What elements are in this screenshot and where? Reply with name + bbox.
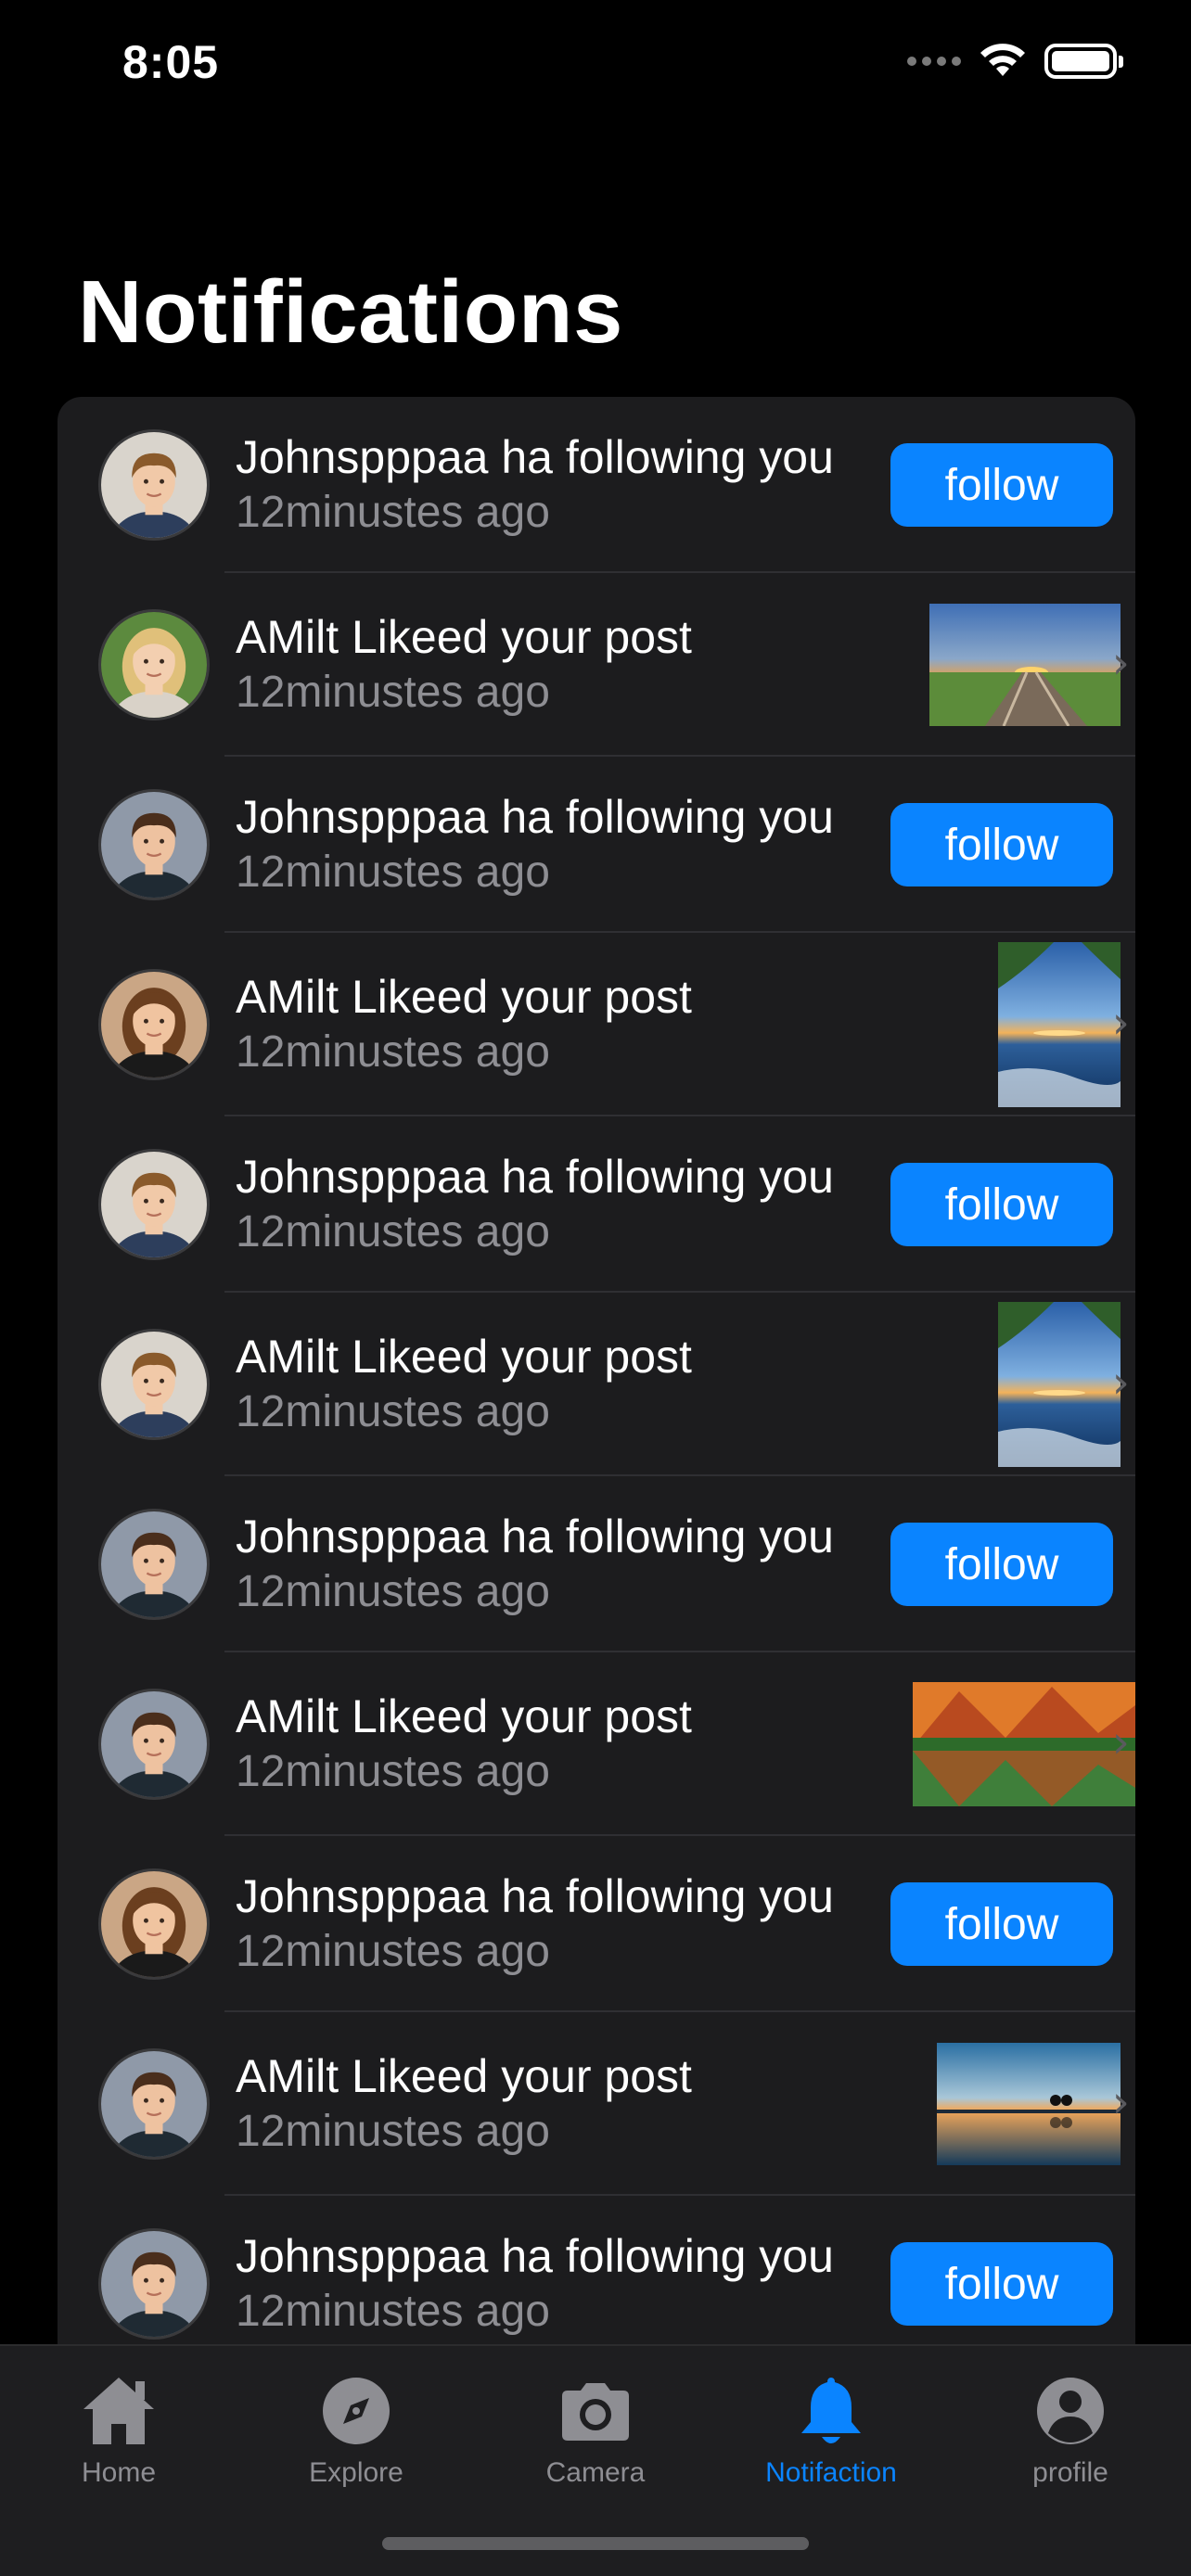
notification-message: AMilt Likeed your post <box>236 1331 692 1383</box>
notification-timestamp: 12minustes ago <box>236 1567 550 1616</box>
chevron-right-icon: › <box>1111 2076 1130 2128</box>
notification-text: Johnspppaa ha following you 12minustes ag… <box>236 429 834 541</box>
avatar[interactable] <box>98 1689 210 1800</box>
notification-text: Johnspppaa ha following you 12minustes ag… <box>236 789 834 900</box>
follow-notification-row[interactable]: Johnspppaa ha following you 12minustes ag… <box>58 757 1135 933</box>
avatar[interactable] <box>98 789 210 900</box>
notifications-list[interactable]: Johnspppaa ha following you 12minustes ag… <box>58 397 1135 2344</box>
avatar[interactable] <box>98 1509 210 1620</box>
like-notification-row[interactable]: AMilt Likeed your post 12minustes ago › <box>58 933 1135 1116</box>
avatar[interactable] <box>98 429 210 541</box>
follow-button[interactable]: follow <box>890 1163 1113 1246</box>
notification-message: AMilt Likeed your post <box>236 611 692 663</box>
notification-text: Johnspppaa ha following you 12minustes ag… <box>236 2228 834 2340</box>
tab-label: Explore <box>309 2457 403 2488</box>
follow-button[interactable]: follow <box>890 2242 1113 2326</box>
tab-notifaction[interactable]: Notifaction <box>729 2365 933 2489</box>
avatar[interactable] <box>98 2048 210 2160</box>
tab-camera[interactable]: Camera <box>493 2365 698 2489</box>
notification-timestamp: 12minustes ago <box>236 1027 550 1077</box>
notification-message: Johnspppaa ha following you <box>236 2230 834 2282</box>
notification-message: Johnspppaa ha following you <box>236 431 834 483</box>
follow-button[interactable]: follow <box>890 1523 1113 1606</box>
avatar[interactable] <box>98 969 210 1080</box>
tab-home[interactable]: Home <box>17 2365 221 2489</box>
notification-text: AMilt Likeed your post 12minustes ago <box>236 1689 692 1800</box>
notification-message: AMilt Likeed your post <box>236 971 692 1023</box>
wifi-icon <box>980 44 1025 76</box>
notification-timestamp: 12minustes ago <box>236 1927 550 1976</box>
like-notification-row[interactable]: AMilt Likeed your post 12minustes ago › <box>58 573 1135 757</box>
avatar[interactable] <box>98 1149 210 1260</box>
notification-message: Johnspppaa ha following you <box>236 1870 834 1922</box>
follow-button[interactable]: follow <box>890 803 1113 886</box>
camera-icon <box>549 2365 642 2457</box>
notification-message: Johnspppaa ha following you <box>236 1511 834 1562</box>
home-indicator[interactable] <box>382 2537 809 2550</box>
chevron-right-icon: › <box>1111 637 1130 689</box>
notification-text: AMilt Likeed your post 12minustes ago <box>236 1329 692 1440</box>
notification-timestamp: 12minustes ago <box>236 488 550 537</box>
post-thumbnail[interactable] <box>929 604 1121 726</box>
follow-notification-row[interactable]: Johnspppaa ha following you 12minustes ag… <box>58 1116 1135 1293</box>
notification-text: AMilt Likeed your post 12minustes ago <box>236 609 692 721</box>
notification-text: Johnspppaa ha following you 12minustes ag… <box>236 1509 834 1620</box>
bell-icon <box>785 2365 877 2457</box>
page-title: Notifications <box>78 262 623 362</box>
follow-button[interactable]: follow <box>890 443 1113 527</box>
avatar[interactable] <box>98 609 210 721</box>
notification-timestamp: 12minustes ago <box>236 1747 550 1796</box>
follow-notification-row[interactable]: Johnspppaa ha following you 12minustes ag… <box>58 1836 1135 2012</box>
notification-message: AMilt Likeed your post <box>236 1690 692 1742</box>
tab-label: profile <box>1032 2457 1108 2488</box>
post-thumbnail[interactable] <box>913 1682 1135 1806</box>
chevron-right-icon: › <box>1111 997 1130 1049</box>
post-thumbnail[interactable] <box>937 2043 1121 2165</box>
house-icon <box>72 2365 165 2457</box>
battery-icon <box>1044 44 1123 79</box>
notification-timestamp: 12minustes ago <box>236 2107 550 2156</box>
follow-button[interactable]: follow <box>890 1882 1113 1966</box>
compass-icon <box>310 2365 403 2457</box>
tab-label: Notifaction <box>765 2457 897 2488</box>
like-notification-row[interactable]: AMilt Likeed your post 12minustes ago › <box>58 1293 1135 1476</box>
notch <box>369 0 822 93</box>
notification-text: Johnspppaa ha following you 12minustes ag… <box>236 1149 834 1260</box>
avatar[interactable] <box>98 1868 210 1980</box>
tab-label: Camera <box>545 2457 646 2488</box>
avatar[interactable] <box>98 2228 210 2340</box>
notification-timestamp: 12minustes ago <box>236 1207 550 1256</box>
post-thumbnail[interactable] <box>998 1302 1121 1467</box>
like-notification-row[interactable]: AMilt Likeed your post 12minustes ago › <box>58 2012 1135 2196</box>
notification-text: AMilt Likeed your post 12minustes ago <box>236 2048 692 2160</box>
phone-screen: 8:05 Notifications Johnspppaa ha followi… <box>0 0 1191 2576</box>
like-notification-row[interactable]: AMilt Likeed your post 12minustes ago › <box>58 1652 1135 1836</box>
chevron-right-icon: › <box>1111 1357 1130 1409</box>
avatar[interactable] <box>98 1329 210 1440</box>
chevron-right-icon: › <box>1111 1716 1130 1768</box>
cellular-signal-icon <box>907 57 961 66</box>
notification-message: Johnspppaa ha following you <box>236 791 834 843</box>
notification-message: AMilt Likeed your post <box>236 2050 692 2102</box>
notification-timestamp: 12minustes ago <box>236 2287 550 2336</box>
follow-notification-row[interactable]: Johnspppaa ha following you 12minustes ag… <box>58 2196 1135 2344</box>
notification-message: Johnspppaa ha following you <box>236 1151 834 1203</box>
status-icons <box>907 43 1123 80</box>
notification-text: AMilt Likeed your post 12minustes ago <box>236 969 692 1080</box>
tab-profile[interactable]: profile <box>968 2365 1172 2489</box>
tab-explore[interactable]: Explore <box>254 2365 458 2489</box>
notification-timestamp: 12minustes ago <box>236 1387 550 1436</box>
notification-text: Johnspppaa ha following you 12minustes ag… <box>236 1868 834 1980</box>
status-time: 8:05 <box>122 36 220 88</box>
follow-notification-row[interactable]: Johnspppaa ha following you 12minustes ag… <box>58 397 1135 573</box>
person-icon <box>1024 2365 1117 2457</box>
status-bar: 8:05 <box>0 0 1191 139</box>
follow-notification-row[interactable]: Johnspppaa ha following you 12minustes ag… <box>58 1476 1135 1652</box>
tab-label: Home <box>81 2457 157 2488</box>
notification-timestamp: 12minustes ago <box>236 848 550 897</box>
post-thumbnail[interactable] <box>998 942 1121 1107</box>
notification-timestamp: 12minustes ago <box>236 668 550 717</box>
